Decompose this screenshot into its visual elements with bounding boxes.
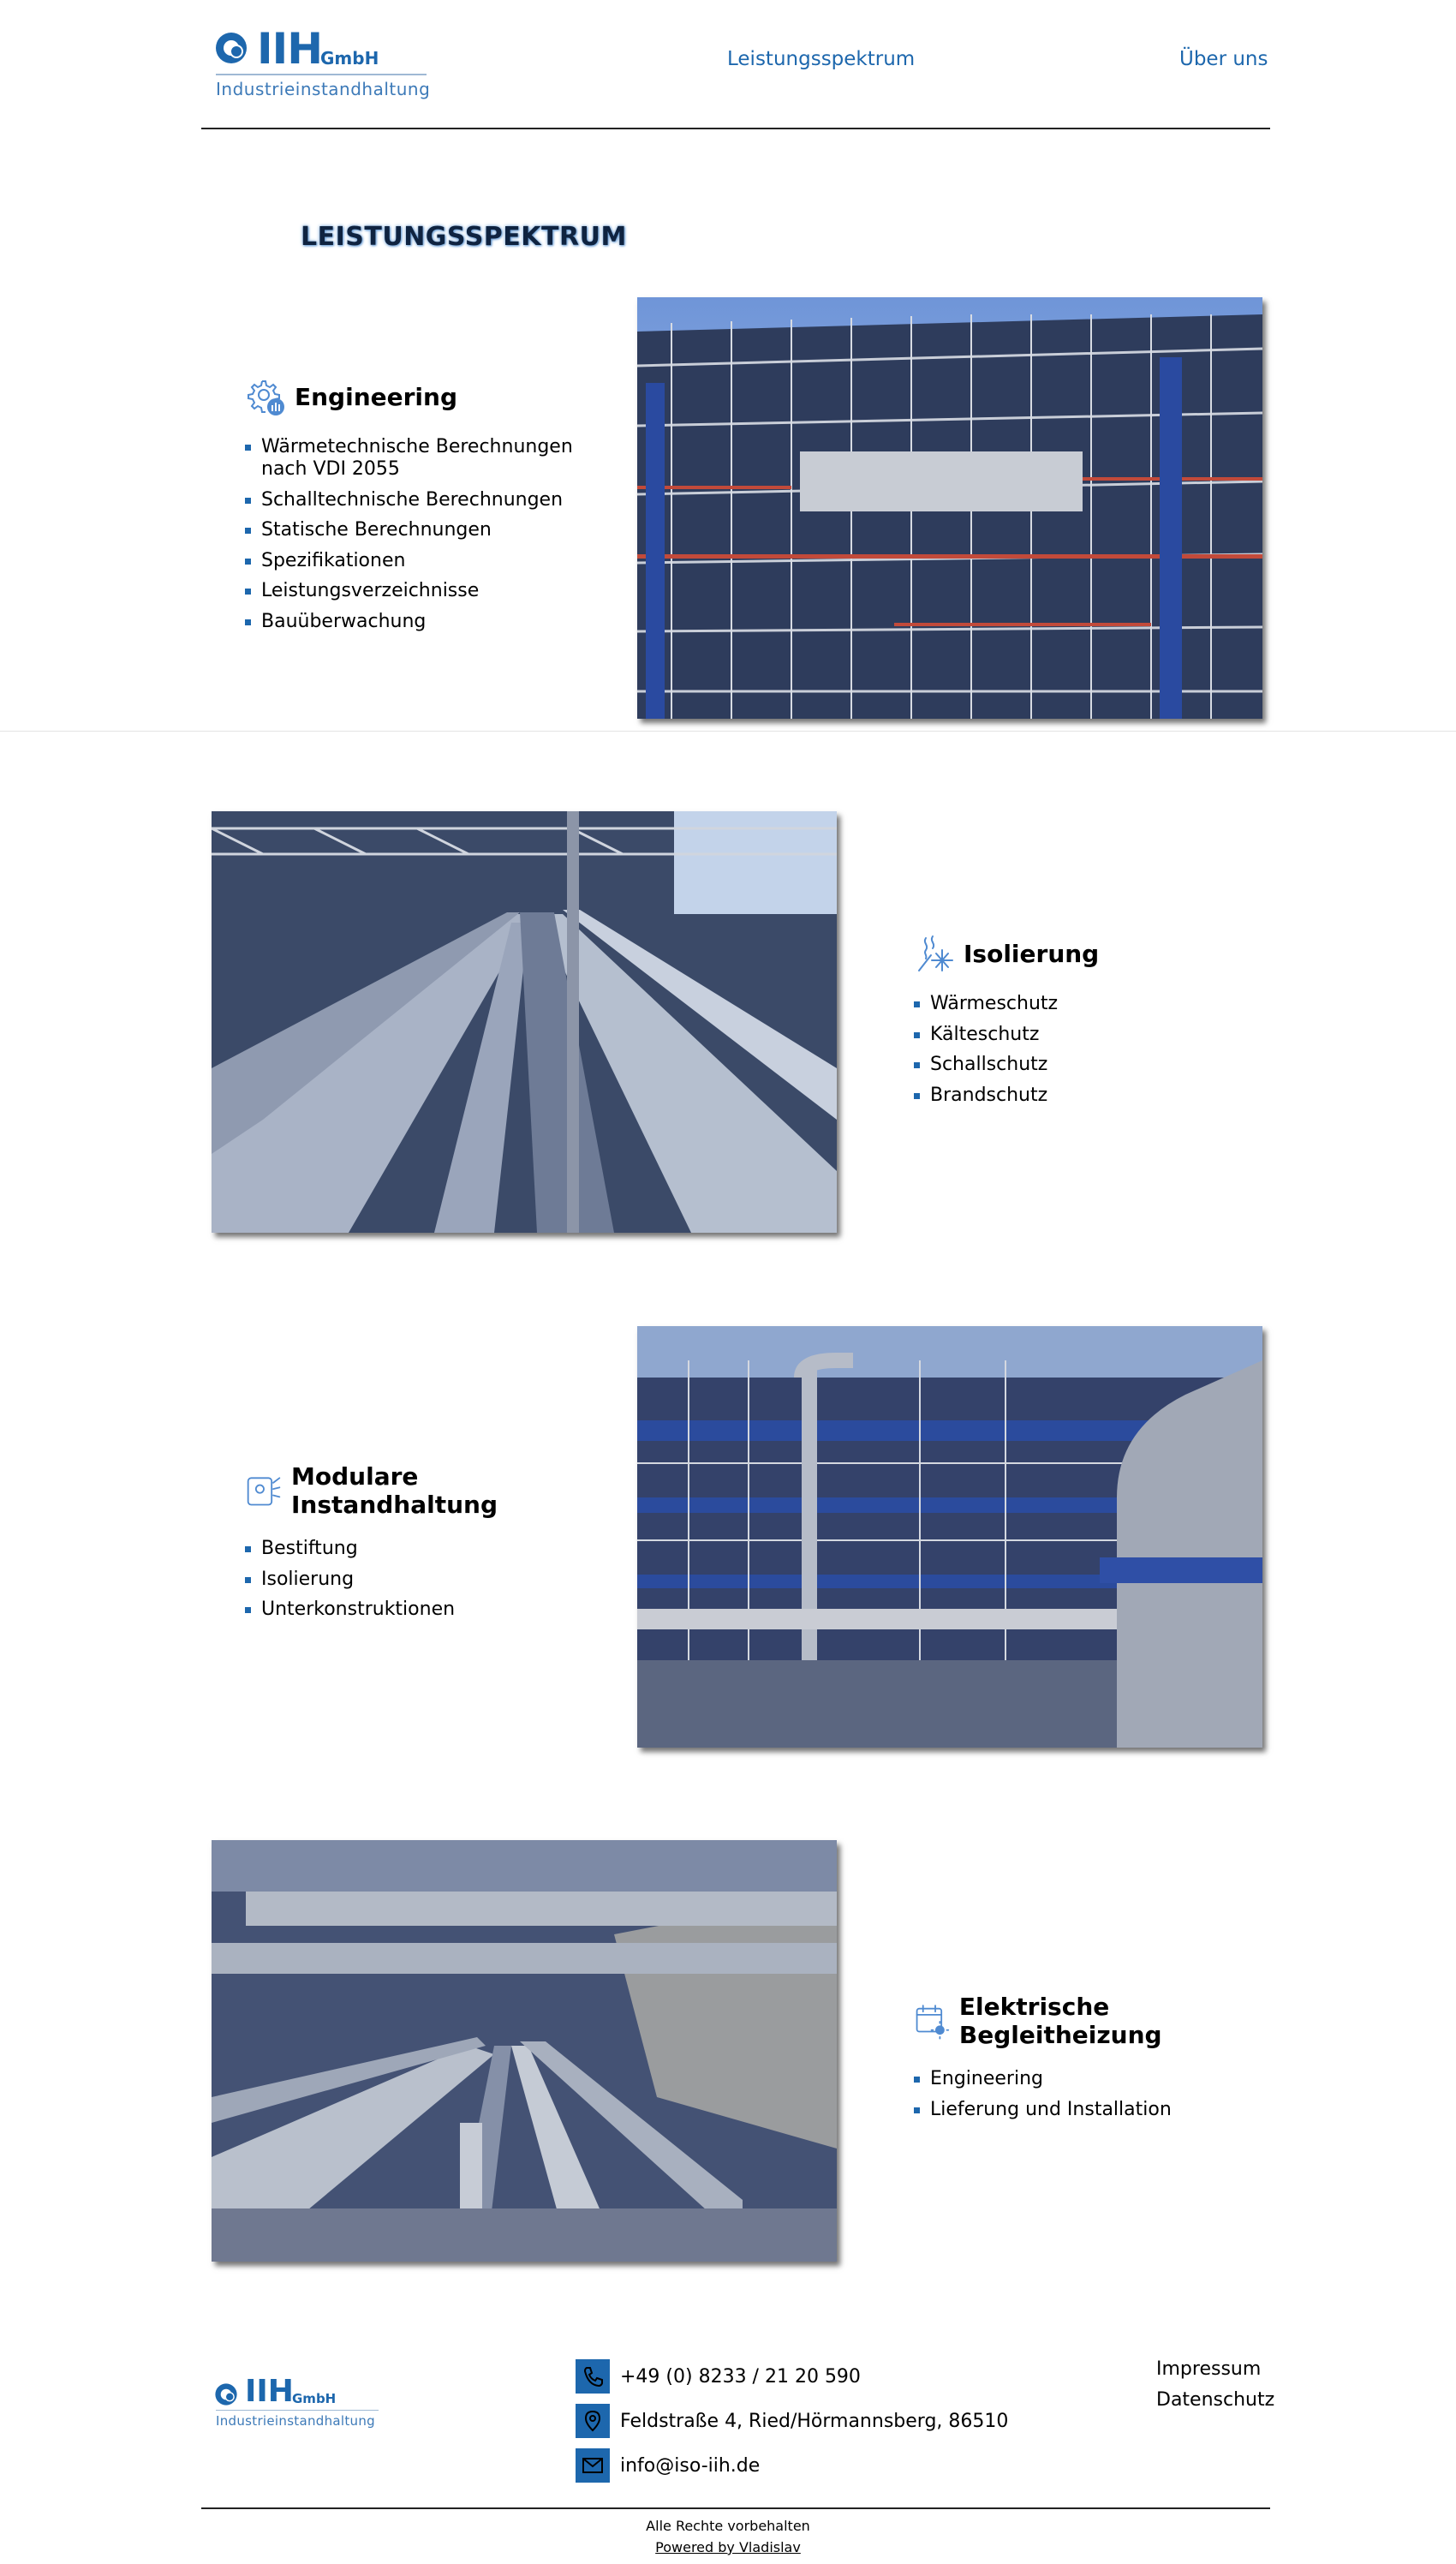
datenschutz-link[interactable]: Datenschutz bbox=[1156, 2389, 1274, 2411]
service-list: Wärmetechnische Berechnungen nach VDI 20… bbox=[245, 436, 605, 633]
maintenance-icon bbox=[247, 1477, 281, 1506]
modulare-instandhaltung-photo bbox=[637, 1326, 1262, 1748]
gear-chart-icon bbox=[248, 380, 284, 415]
list-item: Wärmeschutz bbox=[914, 993, 1274, 1015]
logo-suffix: GmbH bbox=[292, 2391, 337, 2406]
service-list: Engineering Lieferung und Installation bbox=[914, 2068, 1282, 2121]
service-list: Wärmeschutz Kälteschutz Schallschutz Bra… bbox=[914, 993, 1274, 1107]
mail-icon bbox=[576, 2448, 610, 2483]
copyright-text: Alle Rechte vorbehalten bbox=[646, 2518, 810, 2534]
contact-address[interactable]: Feldstraße 4, Ried/Hörmannsberg, 86510 bbox=[576, 2404, 1008, 2438]
isolierung-photo bbox=[212, 811, 837, 1233]
service-isolierung: Isolierung Wärmeschutz Kälteschutz Schal… bbox=[914, 933, 1274, 1115]
footer-logo[interactable]: IIH GmbH Industrieinstandhaltung bbox=[214, 2374, 385, 2430]
list-item: Isolierung bbox=[245, 1569, 605, 1591]
location-pin-icon bbox=[576, 2404, 610, 2438]
list-item: Engineering bbox=[914, 2068, 1282, 2090]
list-item: Statische Berechnungen bbox=[245, 519, 605, 541]
footer-divider bbox=[201, 2507, 1270, 2509]
phone-icon bbox=[576, 2359, 610, 2394]
logo-brand: IIH bbox=[257, 24, 323, 74]
list-item: Schallschutz bbox=[914, 1054, 1274, 1076]
address: Feldstraße 4, Ried/Hörmannsberg, 86510 bbox=[620, 2410, 1009, 2432]
service-title: Modulare Instandhaltung bbox=[291, 1462, 498, 1519]
engineering-photo bbox=[637, 297, 1262, 719]
impressum-link[interactable]: Impressum bbox=[1156, 2358, 1261, 2380]
site-header: IIH GmbH Industrieinstandhaltung Leistun… bbox=[0, 0, 1456, 130]
logo-brand: IIH bbox=[245, 2374, 294, 2409]
service-title: Isolierung bbox=[964, 939, 1100, 968]
service-elektrische-begleitheizung: Elektrische Begleitheizung Engineering L… bbox=[914, 1993, 1282, 2129]
logo-mark-icon bbox=[215, 2383, 237, 2406]
email-address: info@iso-iih.de bbox=[620, 2454, 761, 2477]
page-title: LEISTUNGSSPEKTRUM bbox=[301, 222, 627, 252]
service-title: Engineering bbox=[295, 382, 457, 411]
list-item: Unterkonstruktionen bbox=[245, 1599, 605, 1621]
list-item: Spezifikationen bbox=[245, 550, 605, 572]
heat-cold-icon bbox=[918, 935, 953, 971]
phone-number: +49 (0) 8233 / 21 20 590 bbox=[620, 2365, 861, 2388]
company-logo[interactable]: IIH GmbH Industrieinstandhaltung bbox=[214, 24, 431, 103]
nav-ueber-uns[interactable]: Über uns bbox=[1179, 48, 1268, 70]
service-title: Elektrische Begleitheizung bbox=[958, 1993, 1162, 2049]
elektrische-begleitheizung-photo bbox=[212, 1840, 837, 2262]
calendar-heat-icon bbox=[916, 2005, 950, 2040]
logo-divider bbox=[216, 2410, 379, 2411]
list-item: Wärmetechnische Berechnungen nach VDI 20… bbox=[245, 436, 605, 481]
logo-suffix: GmbH bbox=[320, 48, 379, 69]
powered-by-link[interactable]: Powered by Vladislav bbox=[0, 2539, 1456, 2555]
list-item: Leistungsverzeichnisse bbox=[245, 580, 605, 602]
logo-divider bbox=[216, 74, 427, 75]
service-modulare-instandhaltung: Modulare Instandhaltung Bestiftung Isoli… bbox=[245, 1462, 605, 1629]
logo-tagline: Industrieinstandhaltung bbox=[216, 79, 431, 99]
list-item: Kälteschutz bbox=[914, 1024, 1274, 1046]
list-item: Schalltechnische Berechnungen bbox=[245, 489, 605, 511]
header-divider bbox=[201, 128, 1270, 129]
service-list: Bestiftung Isolierung Unterkonstruktione… bbox=[245, 1538, 605, 1621]
logo-tagline: Industrieinstandhaltung bbox=[216, 2413, 375, 2429]
list-item: Bauüberwachung bbox=[245, 611, 605, 633]
section-divider bbox=[0, 731, 1456, 732]
contact-phone[interactable]: +49 (0) 8233 / 21 20 590 bbox=[576, 2359, 861, 2394]
list-item: Bestiftung bbox=[245, 1538, 605, 1560]
list-item: Brandschutz bbox=[914, 1085, 1274, 1107]
logo-mark-icon bbox=[216, 33, 247, 63]
nav-leistungsspektrum[interactable]: Leistungsspektrum bbox=[727, 48, 915, 70]
service-engineering: Engineering Wärmetechnische Berechnungen… bbox=[245, 376, 605, 641]
list-item: Lieferung und Installation bbox=[914, 2099, 1282, 2121]
site-footer: IIH GmbH Industrieinstandhaltung +49 (0)… bbox=[0, 2339, 1456, 2564]
contact-email[interactable]: info@iso-iih.de bbox=[576, 2448, 760, 2483]
